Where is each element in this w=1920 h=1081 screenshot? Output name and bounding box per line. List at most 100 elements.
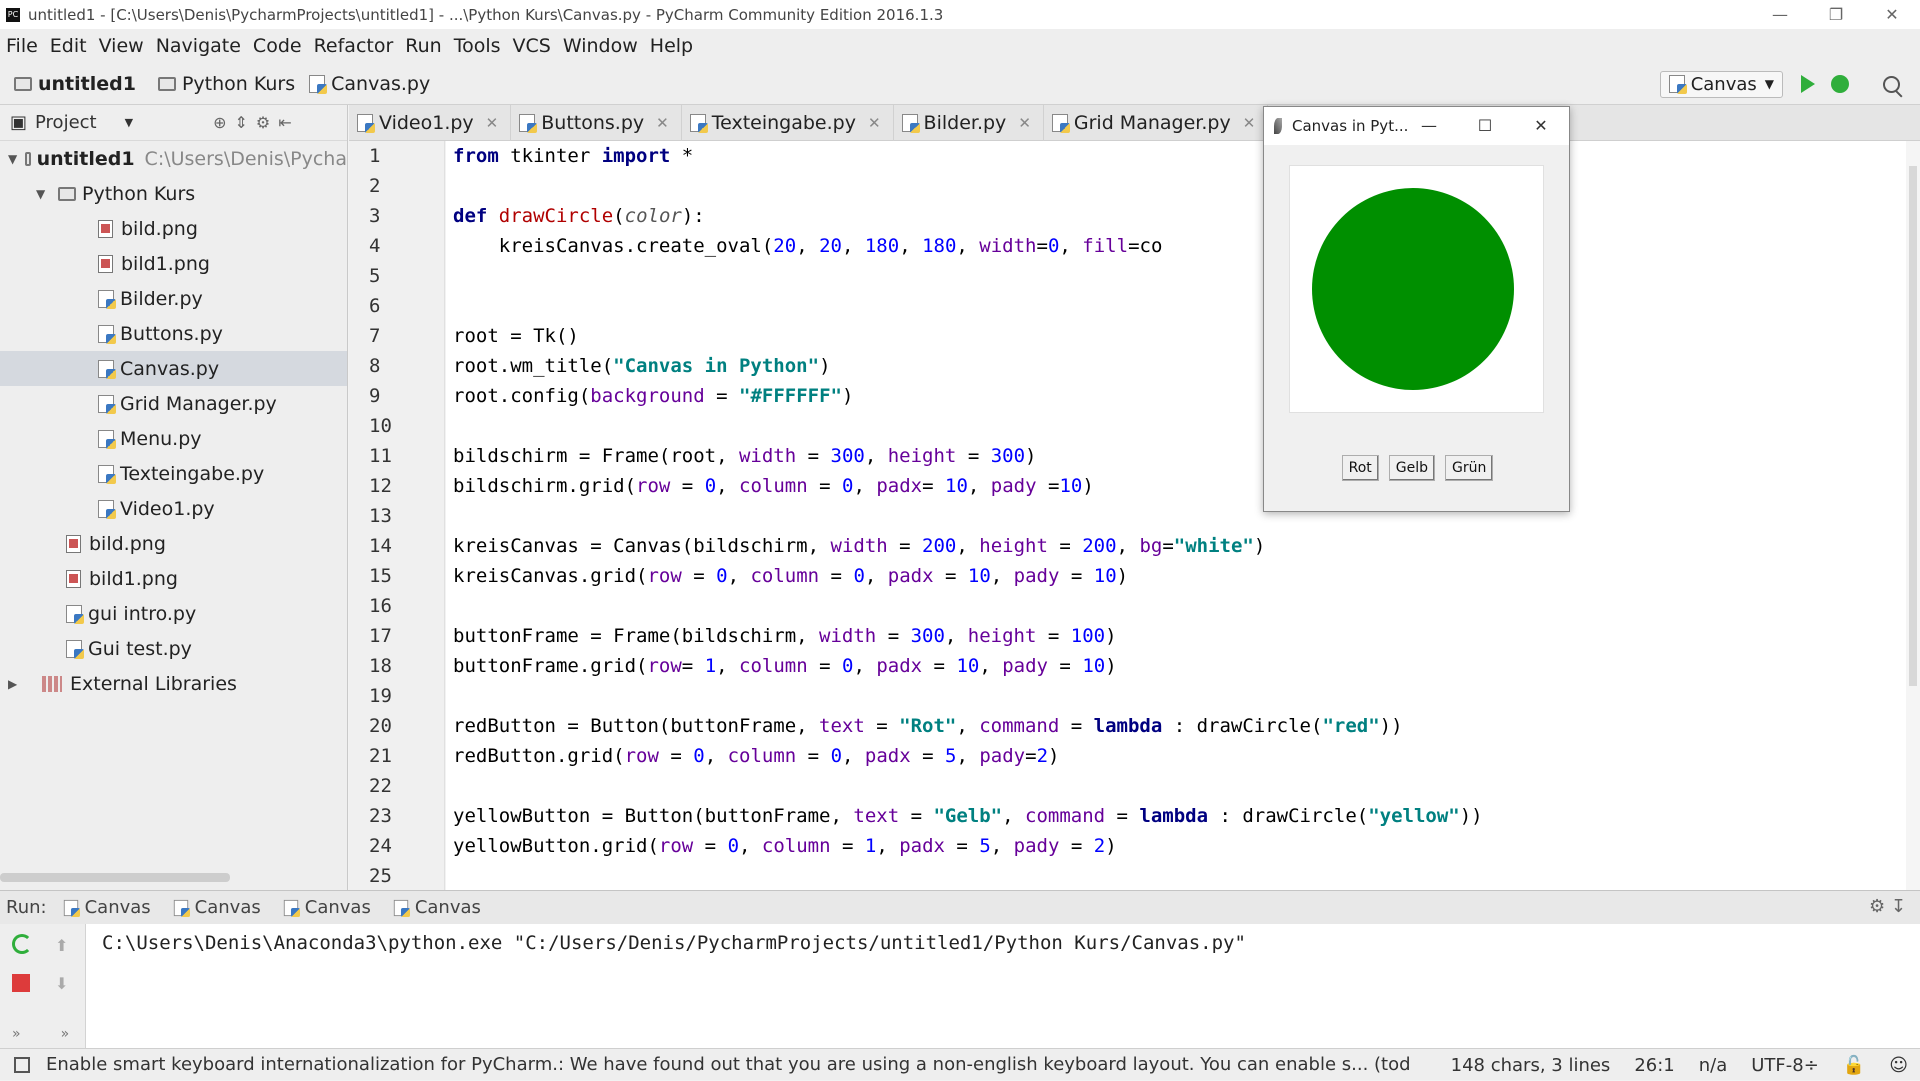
- sidebar-scrollbar[interactable]: [0, 873, 230, 882]
- code-line[interactable]: [446, 291, 1920, 321]
- chevron-down-icon[interactable]: ▼: [36, 187, 50, 201]
- code-line[interactable]: buttonFrame = Frame(bildschirm, width = …: [446, 621, 1920, 651]
- tree-item[interactable]: Buttons.py: [0, 316, 347, 351]
- code-line[interactable]: bildschirm = Frame(root, width = 300, he…: [446, 441, 1920, 471]
- minimize-icon[interactable]: —: [1752, 0, 1808, 29]
- maximize-icon[interactable]: ☐: [1457, 107, 1513, 145]
- code-line[interactable]: buttonFrame.grid(row= 1, column = 0, pad…: [446, 651, 1920, 681]
- code-line[interactable]: [446, 591, 1920, 621]
- code-line[interactable]: [446, 681, 1920, 711]
- tree-item[interactable]: bild.png: [0, 526, 347, 561]
- run-config-select[interactable]: Canvas ▼: [1659, 70, 1783, 98]
- menu-view[interactable]: View: [93, 35, 150, 57]
- code-line[interactable]: [446, 171, 1920, 201]
- code-line[interactable]: [446, 771, 1920, 801]
- gelb-button[interactable]: Gelb: [1388, 455, 1436, 481]
- code-line[interactable]: root.config(background = "#FFFFFF"): [446, 381, 1920, 411]
- code-line[interactable]: [446, 861, 1920, 890]
- arrow-down-icon[interactable]: ⬇: [55, 974, 68, 993]
- tree-item[interactable]: Texteingabe.py: [0, 456, 347, 491]
- tree-item[interactable]: bild1.png: [0, 246, 347, 281]
- menu-refactor[interactable]: Refactor: [308, 35, 400, 57]
- tree-external-libraries[interactable]: ▶ External Libraries: [0, 666, 347, 701]
- breadcrumb-folder[interactable]: Python Kurs: [144, 73, 303, 95]
- close-icon[interactable]: ✕: [1018, 114, 1031, 132]
- menu-edit[interactable]: Edit: [44, 35, 93, 57]
- run-tab[interactable]: Canvas: [387, 897, 497, 918]
- code-line[interactable]: [446, 501, 1920, 531]
- close-icon[interactable]: ✕: [656, 114, 669, 132]
- tree-item[interactable]: bild1.png: [0, 561, 347, 596]
- close-icon[interactable]: ✕: [1864, 0, 1920, 29]
- status-encoding[interactable]: UTF-8÷: [1739, 1055, 1831, 1076]
- status-position[interactable]: 26:1: [1622, 1055, 1686, 1076]
- tree-item[interactable]: Video1.py: [0, 491, 347, 526]
- menu-file[interactable]: File: [0, 35, 44, 57]
- debug-icon[interactable]: [1831, 75, 1849, 93]
- code-line[interactable]: [446, 411, 1920, 441]
- code-line[interactable]: [446, 261, 1920, 291]
- tab-grid-manager[interactable]: Grid Manager.py ✕: [1044, 104, 1269, 141]
- code-line[interactable]: from tkinter import *: [446, 141, 1920, 171]
- close-icon[interactable]: ✕: [486, 114, 499, 132]
- close-icon[interactable]: ✕: [868, 114, 881, 132]
- gear-icon[interactable]: ⚙ ↧: [1869, 896, 1906, 917]
- gruen-button[interactable]: Grün: [1445, 455, 1494, 481]
- tab-bilder[interactable]: Bilder.py ✕: [894, 104, 1044, 141]
- tree-item[interactable]: gui intro.py: [0, 596, 347, 631]
- tree-root[interactable]: ▼ untitled1 C:\Users\Denis\Pycha: [0, 141, 347, 176]
- tab-video1[interactable]: Video1.py ✕: [349, 104, 512, 141]
- run-tab[interactable]: Canvas: [167, 897, 277, 918]
- editor-scrollbar[interactable]: [1906, 141, 1920, 890]
- menu-vcs[interactable]: VCS: [507, 35, 557, 57]
- tab-buttons[interactable]: Buttons.py ✕: [511, 104, 682, 141]
- breadcrumb-project[interactable]: untitled1: [0, 73, 144, 95]
- project-toolbar-icons[interactable]: ⊕⇕⚙⇤: [213, 113, 300, 132]
- menu-run[interactable]: Run: [399, 35, 447, 57]
- run-tab[interactable]: Canvas: [57, 897, 167, 918]
- code-line[interactable]: redButton = Button(buttonFrame, text = "…: [446, 711, 1920, 741]
- code-line[interactable]: kreisCanvas.create_oval(20, 20, 180, 180…: [446, 231, 1920, 261]
- menu-help[interactable]: Help: [644, 35, 699, 57]
- editor-scrollbar-thumb[interactable]: [1909, 166, 1917, 686]
- rerun-icon[interactable]: [12, 934, 32, 954]
- run-console[interactable]: ⬆ ⬇ »» C:\Users\Denis\Anaconda3\python.e…: [0, 924, 1920, 1048]
- code-line[interactable]: kreisCanvas = Canvas(bildschirm, width =…: [446, 531, 1920, 561]
- run-icon[interactable]: [1801, 75, 1815, 93]
- menu-window[interactable]: Window: [557, 35, 644, 57]
- stop-icon[interactable]: [12, 974, 30, 992]
- code-line[interactable]: root.wm_title("Canvas in Python"): [446, 351, 1920, 381]
- rot-button[interactable]: Rot: [1341, 455, 1379, 481]
- tree-item[interactable]: Grid Manager.py: [0, 386, 347, 421]
- close-icon[interactable]: ✕: [1243, 114, 1256, 132]
- code-line[interactable]: root = Tk(): [446, 321, 1920, 351]
- project-view-select[interactable]: Project: [35, 112, 97, 133]
- breadcrumb-file[interactable]: Canvas.py: [303, 73, 438, 95]
- restore-icon[interactable]: ❐: [1808, 0, 1864, 29]
- tree-item[interactable]: Gui test.py: [0, 631, 347, 666]
- chevron-down-icon[interactable]: ▼: [8, 152, 17, 166]
- tree-folder-python-kurs[interactable]: ▼ Python Kurs: [0, 176, 347, 211]
- more-icon[interactable]: »»: [12, 1026, 109, 1042]
- chevron-down-icon[interactable]: ▼: [125, 116, 133, 129]
- inspector-icon[interactable]: ☺: [1877, 1055, 1920, 1076]
- tree-item-selected[interactable]: Canvas.py: [0, 351, 347, 386]
- chevron-right-icon[interactable]: ▶: [8, 677, 22, 691]
- code-line[interactable]: bildschirm.grid(row = 0, column = 0, pad…: [446, 471, 1920, 501]
- tree-item[interactable]: bild.png: [0, 211, 347, 246]
- code-line[interactable]: yellowButton = Button(buttonFrame, text …: [446, 801, 1920, 831]
- search-icon[interactable]: [1883, 75, 1900, 93]
- tree-item[interactable]: Bilder.py: [0, 281, 347, 316]
- arrow-up-icon[interactable]: ⬆: [55, 936, 68, 955]
- code-line[interactable]: def drawCircle(color):: [446, 201, 1920, 231]
- run-tab[interactable]: Canvas: [277, 897, 387, 918]
- status-message[interactable]: Enable smart keyboard internationalizati…: [0, 1054, 1410, 1075]
- tool-windows-icon[interactable]: [14, 1057, 30, 1073]
- menu-tools[interactable]: Tools: [448, 35, 507, 57]
- close-icon[interactable]: ✕: [1513, 107, 1569, 145]
- lock-icon[interactable]: 🔓: [1831, 1055, 1877, 1076]
- menu-navigate[interactable]: Navigate: [150, 35, 247, 57]
- code-editor[interactable]: from tkinter import * def drawCircle(col…: [446, 141, 1920, 890]
- menu-code[interactable]: Code: [247, 35, 308, 57]
- tab-texteingabe[interactable]: Texteingabe.py ✕: [682, 104, 894, 141]
